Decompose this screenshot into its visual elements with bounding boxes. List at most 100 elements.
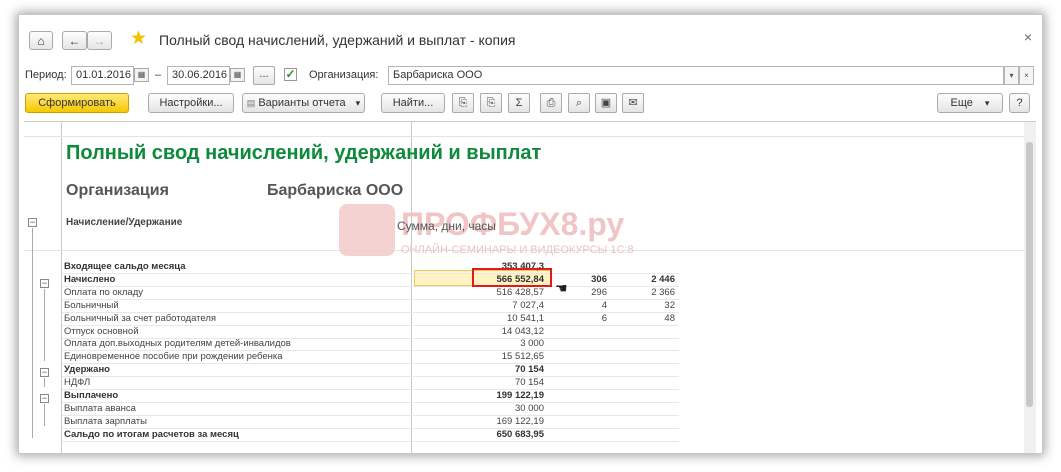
period-label: Период: <box>25 69 67 81</box>
organization-field[interactable]: Барбариска ООО <box>388 66 1004 85</box>
toolbar: Сформировать Настройки... ▤ Варианты отч… <box>19 93 1042 115</box>
report-variants-button[interactable]: ▤ Варианты отчета ▾ <box>242 93 365 113</box>
row-value-sum: 650 683,95 <box>496 428 544 440</box>
row-name: Сальдо по итогам расчетов за месяц <box>64 428 239 440</box>
row-value-hours: 2 366 <box>651 286 675 298</box>
forward-arrow-icon: → <box>93 33 106 48</box>
row-name: Удержано <box>64 364 110 376</box>
clear-icon[interactable]: × <box>1019 66 1034 85</box>
report-title: Полный свод начислений, удержаний и выпл… <box>66 142 542 164</box>
report-sheet[interactable]: ПРОФБУХ8.ру ОНЛАЙН-СЕМИНАРЫ И ВИДЕОКУРСЫ… <box>24 121 1036 453</box>
row-value-days: 6 <box>601 312 607 324</box>
scrollbar-thumb[interactable] <box>1026 142 1033 407</box>
collapse-all-icon[interactable]: − <box>28 218 37 227</box>
date-to-field[interactable]: 30.06.2016 <box>167 66 230 85</box>
row-name: Входящее сальдо месяца <box>64 261 186 272</box>
tree-line <box>44 289 45 361</box>
column-header-values: Сумма, дни, часы <box>397 219 496 233</box>
row-value-sum: 516 428,57 <box>496 286 544 298</box>
report-window: ⌂ ← → ★ Полный свод начислений, удержани… <box>18 14 1043 454</box>
row-value-hours: 2 446 <box>651 273 675 285</box>
date-from-field[interactable]: 01.01.2016 <box>71 66 134 85</box>
close-icon[interactable]: × <box>1024 29 1032 45</box>
row-value-sum: 199 122,19 <box>496 390 544 401</box>
table-row[interactable]: Сальдо по итогам расчетов за месяц 650 68… <box>62 428 679 442</box>
sum-icon[interactable]: Σ <box>508 93 530 113</box>
row-value-sum: 70 154 <box>514 377 544 389</box>
home-icon: ⌂ <box>37 33 45 48</box>
tree-line <box>32 228 33 438</box>
chevron-down-icon: ▾ <box>984 97 990 108</box>
row-divider <box>62 440 679 442</box>
chevron-down-icon[interactable]: ▾ <box>1004 66 1019 85</box>
expand-groups-icon[interactable]: ⎘ <box>452 93 474 113</box>
preview-icon[interactable]: ⌕ <box>568 93 590 113</box>
organization-label: Организация: <box>309 69 379 81</box>
title-bar: ⌂ ← → ★ Полный свод начислений, удержани… <box>19 15 1042 61</box>
collapse-groups-icon[interactable]: ⎘ <box>480 93 502 113</box>
forward-button[interactable]: → <box>87 31 112 50</box>
email-icon[interactable]: ✉ <box>622 93 644 113</box>
table-row[interactable]: Больничный 7 027,4 4 32 <box>62 299 679 313</box>
row-divider <box>24 136 1024 137</box>
back-arrow-icon: ← <box>68 33 81 48</box>
table-row[interactable]: Входящее сальдо месяца 353 407,3 <box>62 261 679 274</box>
chevron-down-icon: ▾ <box>355 97 361 108</box>
variants-icon: ▤ <box>246 97 256 108</box>
table-row[interactable]: Выплата зарплаты 169 122,19 <box>62 415 679 429</box>
row-name: Больничный <box>64 299 119 311</box>
table-row[interactable]: Оплата доп.выходных родителям детей-инва… <box>62 338 679 352</box>
row-name: Оплата доп.выходных родителям детей-инва… <box>64 338 291 350</box>
collapse-group-icon[interactable]: − <box>40 394 49 403</box>
vertical-scrollbar[interactable] <box>1024 122 1036 453</box>
org-filter-checkbox[interactable]: ✓ <box>284 68 297 81</box>
row-name: Отпуск основной <box>64 325 139 337</box>
row-value-hours: 48 <box>664 312 675 324</box>
table-row[interactable]: Оплата по окладу 516 428,57 296 2 366 <box>62 286 679 300</box>
row-value-sum: 15 512,65 <box>501 351 544 363</box>
find-button[interactable]: Найти... <box>381 93 445 113</box>
home-button[interactable]: ⌂ <box>29 31 53 50</box>
table-row[interactable]: Удержано 70 154 <box>62 364 679 378</box>
print-icon[interactable]: ⎙ <box>540 93 562 113</box>
table-row[interactable]: Выплата аванса 30 000 <box>62 402 679 416</box>
table-row[interactable]: Начислено 566 552,84 306 2 446 <box>62 273 679 287</box>
row-value-hours: 32 <box>664 299 675 311</box>
column-header-name: Начисление/Удержание <box>66 217 183 228</box>
row-name: Начислено <box>64 273 116 285</box>
row-name: Оплата по окладу <box>64 286 144 298</box>
help-button[interactable]: ? <box>1009 93 1030 113</box>
more-label: Еще <box>950 97 973 109</box>
table-row[interactable]: НДФЛ 70 154 <box>62 377 679 391</box>
highlight-box <box>472 268 552 287</box>
star-icon[interactable]: ★ <box>130 28 147 50</box>
calendar-icon[interactable]: ▦ <box>230 68 245 82</box>
tree-line <box>44 378 45 387</box>
report-org-value: Барбариска ООО <box>267 182 404 199</box>
row-value-sum: 10 541,1 <box>507 312 544 324</box>
save-icon[interactable]: ▣ <box>595 93 617 113</box>
report-variants-label: Варианты отчета <box>258 97 346 109</box>
period-select-button[interactable]: ... <box>253 66 275 85</box>
window-title: Полный свод начислений, удержаний и выпл… <box>159 32 516 48</box>
table-row[interactable]: Единовременное пособие при рождении ребе… <box>62 351 679 365</box>
collapse-group-icon[interactable]: − <box>40 279 49 288</box>
table-row[interactable]: Больничный за счет работодателя 10 541,1 6… <box>62 312 679 326</box>
table-row[interactable]: Выплачено 199 122,19 <box>62 390 679 403</box>
table-row[interactable]: Отпуск основной 14 043,12 <box>62 325 679 339</box>
row-value-sum: 169 122,19 <box>496 415 544 427</box>
row-value-sum: 7 027,4 <box>512 299 544 311</box>
row-name: Единовременное пособие при рождении ребе… <box>64 351 283 363</box>
collapse-group-icon[interactable]: − <box>40 368 49 377</box>
row-name: Выплата аванса <box>64 402 136 414</box>
row-name: Выплата зарплаты <box>64 415 147 427</box>
more-button[interactable]: Еще ▾ <box>937 93 1003 113</box>
back-button[interactable]: ← <box>62 31 87 50</box>
calendar-icon[interactable]: ▦ <box>134 68 149 82</box>
generate-button[interactable]: Сформировать <box>25 93 129 113</box>
row-name: Выплачено <box>64 390 119 401</box>
report-org-label: Организация <box>66 182 169 199</box>
settings-button[interactable]: Настройки... <box>148 93 234 113</box>
row-value-sum: 14 043,12 <box>501 325 544 337</box>
row-value-sum: 30 000 <box>514 402 544 414</box>
